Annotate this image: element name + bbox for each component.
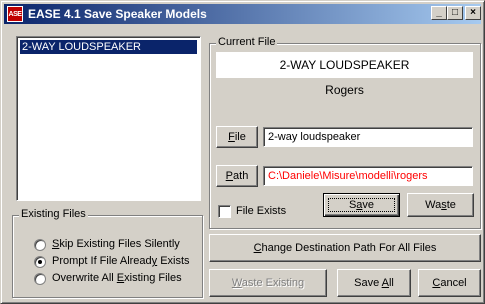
overwrite-all-radio[interactable] <box>34 273 46 285</box>
path-button-label: Path <box>225 170 249 182</box>
waste-existing-button[interactable]: Waste Existing <box>209 269 327 297</box>
change-destination-path-label: Change Destination Path For All Files <box>253 242 437 254</box>
close-icon: × <box>470 7 476 18</box>
existing-files-group-label: Existing Files <box>19 208 88 220</box>
path-button[interactable]: Path <box>216 165 258 187</box>
waste-existing-label: Waste Existing <box>231 277 305 289</box>
path-input[interactable]: C:\Daniele\Misure\modelli\rogers <box>263 166 473 186</box>
app-logo-icon[interactable]: ASE <box>7 6 23 22</box>
overwrite-all-label: Overwrite All Existing Files <box>52 272 182 284</box>
waste-button-label: Waste <box>425 199 456 211</box>
maximize-button[interactable]: □ <box>447 6 463 20</box>
radio-selected-dot <box>38 260 42 264</box>
title-bar[interactable]: ASE EASE 4.1 Save Speaker Models _ □ × <box>4 4 481 24</box>
change-destination-path-button[interactable]: Change Destination Path For All Files <box>209 234 481 262</box>
file-button-label: File <box>228 131 246 143</box>
save-all-label: Save All <box>354 277 394 289</box>
cancel-label: Cancel <box>432 277 467 289</box>
maximize-icon: □ <box>451 7 459 18</box>
save-button[interactable]: Save <box>323 193 400 217</box>
minimize-button[interactable]: _ <box>431 6 447 20</box>
save-speaker-models-dialog: ASE EASE 4.1 Save Speaker Models _ □ × 2… <box>0 0 485 304</box>
current-file-group-label: Current File <box>216 36 278 48</box>
prompt-if-exists-radio[interactable] <box>34 256 46 268</box>
list-item[interactable]: 2-WAY LOUDSPEAKER <box>20 40 197 54</box>
file-exists-label: File Exists <box>236 205 287 217</box>
save-all-button[interactable]: Save All <box>337 269 411 297</box>
file-exists-checkbox[interactable] <box>218 205 231 218</box>
prompt-if-exists-label: Prompt If File Already Exists <box>52 255 190 267</box>
skip-existing-label: Skip Existing Files Silently <box>52 238 180 250</box>
minimize-icon: _ <box>436 7 442 18</box>
window-title: EASE 4.1 Save Speaker Models <box>28 7 207 21</box>
speaker-model-list[interactable]: 2-WAY LOUDSPEAKER <box>16 36 201 201</box>
waste-button[interactable]: Waste <box>407 193 474 217</box>
save-button-label: Save <box>348 199 375 211</box>
current-file-name-display: 2-WAY LOUDSPEAKER <box>216 52 473 78</box>
file-button[interactable]: File <box>216 126 258 148</box>
skip-existing-radio[interactable] <box>34 239 46 251</box>
close-button[interactable]: × <box>465 6 481 20</box>
cancel-button[interactable]: Cancel <box>418 269 481 297</box>
file-name-input[interactable]: 2-way loudspeaker <box>263 127 473 147</box>
speaker-author: Rogers <box>325 83 364 97</box>
